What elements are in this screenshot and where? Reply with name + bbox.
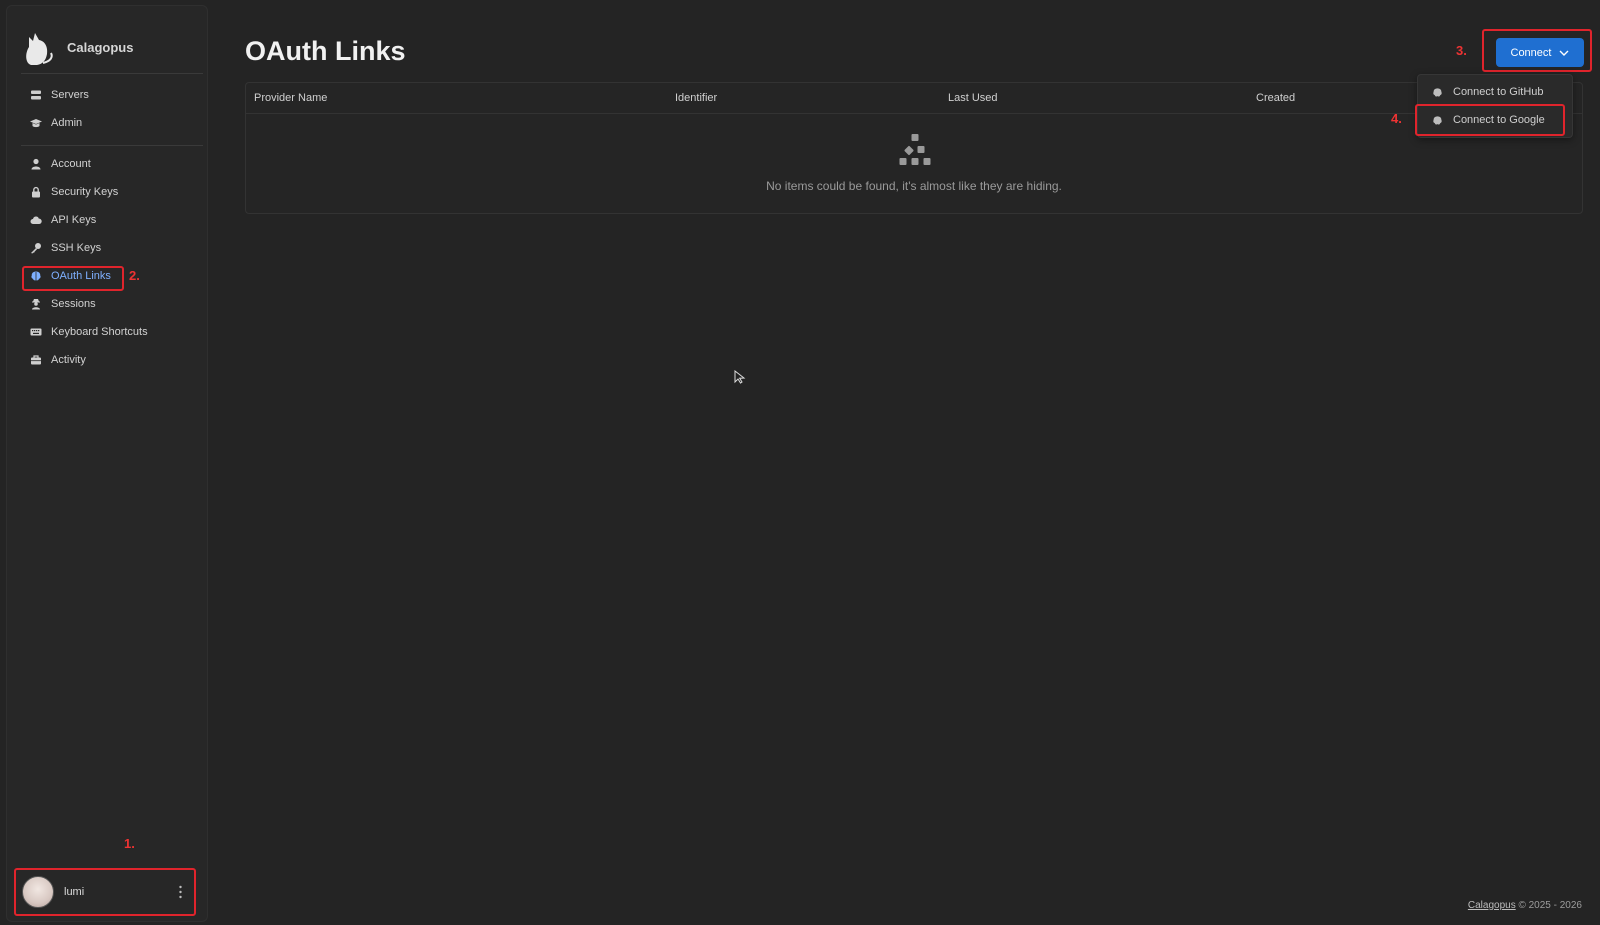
column-header-provider-name[interactable]: Provider Name [254, 92, 327, 104]
user-icon [31, 158, 41, 170]
sidebar-item-label: Admin [51, 117, 83, 129]
brand[interactable]: Calagopus [21, 24, 133, 70]
empty-state-icon [899, 134, 931, 165]
sidebar-item-label: Servers [51, 89, 89, 101]
footer-link[interactable]: Calagopus [1468, 900, 1516, 911]
column-header-identifier[interactable]: Identifier [675, 92, 717, 104]
sidebar-item-admin[interactable]: Admin [22, 112, 90, 134]
sidebar-item-account[interactable]: Account [22, 153, 99, 175]
graduation-cap-icon [30, 119, 42, 128]
footer: Calagopus © 2025 - 2026 [1468, 900, 1582, 911]
avatar [22, 876, 54, 908]
oauth-links-table: Provider Name Identifier Last Used Creat… [245, 82, 1583, 214]
sidebar-item-sessions[interactable]: Sessions [22, 293, 104, 315]
column-header-last-used[interactable]: Last Used [948, 92, 998, 104]
connect-button[interactable]: Connect [1496, 38, 1584, 67]
server-icon [31, 90, 41, 100]
sidebar-item-security-keys[interactable]: Security Keys [22, 181, 126, 203]
sidebar-item-label: Activity [51, 354, 86, 366]
chevron-down-icon [1559, 50, 1569, 56]
divider [21, 145, 203, 146]
cloud-icon [30, 216, 42, 224]
annotation-box-oauth-links [22, 266, 124, 291]
lock-icon [32, 186, 40, 198]
sidebar-item-label: SSH Keys [51, 242, 102, 254]
page-title: OAuth Links [245, 36, 406, 66]
annotation-marker-3: 3. [1456, 43, 1467, 58]
more-vertical-icon[interactable] [179, 885, 182, 899]
sidebar-item-label: Keyboard Shortcuts [51, 326, 148, 338]
annotation-box-google [1415, 104, 1565, 136]
sidebar-item-ssh-keys[interactable]: SSH Keys [22, 237, 109, 259]
sidebar-item-label: Account [51, 158, 91, 170]
annotation-marker-1: 1. [124, 836, 135, 851]
sidebar-item-label: Sessions [51, 298, 96, 310]
empty-state-message: No items could be found, it's almost lik… [766, 179, 1062, 193]
menu-item-label: Connect to GitHub [1453, 86, 1544, 98]
annotation-marker-2: 2. [129, 268, 140, 283]
sidebar-item-label: API Keys [51, 214, 97, 226]
table-header: Provider Name Identifier Last Used Creat… [246, 83, 1582, 114]
footer-copyright: © 2025 - 2026 [1518, 900, 1582, 911]
sidebar-item-servers[interactable]: Servers [22, 84, 97, 106]
connect-button-label: Connect [1510, 46, 1552, 59]
sidebar-item-keyboard-shortcuts[interactable]: Keyboard Shortcuts [22, 321, 156, 343]
mouse-cursor-icon [734, 370, 746, 384]
menu-item-connect-github[interactable]: Connect to GitHub [1418, 79, 1572, 105]
column-header-created[interactable]: Created [1256, 92, 1295, 104]
user-secret-icon [32, 299, 40, 310]
sidebar-item-api-keys[interactable]: API Keys [22, 209, 104, 231]
user-name: lumi [64, 886, 85, 898]
sidebar: Calagopus [6, 5, 208, 922]
sidebar-item-activity[interactable]: Activity [22, 349, 94, 371]
sidebar-item-label: Security Keys [51, 186, 119, 198]
cat-logo-icon [26, 33, 53, 65]
keyboard-icon [30, 328, 42, 336]
brain-icon [1433, 87, 1442, 97]
key-icon [31, 243, 41, 254]
annotation-marker-4: 4. [1391, 111, 1402, 126]
brand-name: Calagopus [67, 39, 134, 55]
user-menu[interactable]: lumi [16, 870, 194, 914]
briefcase-icon [31, 355, 41, 365]
divider [21, 73, 203, 74]
